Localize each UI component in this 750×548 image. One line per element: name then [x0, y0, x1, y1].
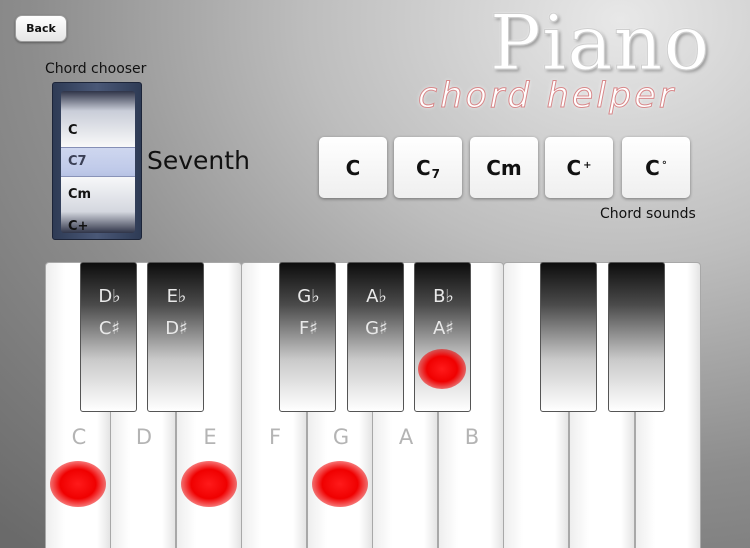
- black-key-gb[interactable]: G♭ F♯: [279, 262, 336, 412]
- chord-button-label: C: [415, 155, 431, 180]
- chord-button-cdim[interactable]: C °: [622, 137, 690, 198]
- chord-button-superscript: +: [583, 160, 592, 171]
- note-highlight-e: [181, 461, 237, 507]
- white-key-label: F: [268, 425, 282, 449]
- chord-chooser-picker[interactable]: C C7 Cm C+: [52, 82, 142, 240]
- app-subtitle: chord helper: [418, 76, 677, 117]
- black-key-flat-label: A♭: [366, 286, 387, 307]
- black-key-sharp-label: A♯: [432, 318, 455, 339]
- black-key-eb[interactable]: E♭ D♯: [147, 262, 204, 412]
- black-key-flat-label: D♭: [98, 286, 121, 307]
- white-key-label: D: [135, 425, 153, 449]
- chord-chooser-label: Chord chooser: [45, 61, 147, 77]
- picker-item-cm[interactable]: Cm: [68, 187, 91, 202]
- black-key-sharp-label: C♯: [98, 318, 121, 339]
- white-key-label: B: [464, 425, 480, 449]
- chord-button-cm[interactable]: Cm: [470, 137, 538, 198]
- picker-item-c7[interactable]: C7: [68, 154, 87, 169]
- chord-button-label: C: [645, 155, 660, 180]
- chord-button-c7[interactable]: C7: [394, 137, 462, 198]
- chord-sounds-label: Chord sounds: [600, 206, 696, 222]
- white-key-label: C: [71, 425, 87, 449]
- note-highlight-bb: [418, 349, 466, 389]
- black-key-db[interactable]: D♭ C♯: [80, 262, 137, 412]
- chord-button-label: C: [345, 155, 361, 180]
- black-key-sharp-label: D♯: [165, 318, 188, 339]
- chord-button-label: Cm: [486, 155, 522, 180]
- chord-button-superscript: °: [661, 160, 667, 171]
- black-key-flat-label: E♭: [166, 286, 187, 307]
- note-highlight-c: [50, 461, 106, 507]
- picker-item-caug[interactable]: C+: [68, 219, 88, 233]
- app-title: Piano: [489, 0, 711, 87]
- note-highlight-g: [312, 461, 368, 507]
- black-key-flat-label: G♭: [297, 286, 320, 307]
- black-key-db-high[interactable]: [540, 262, 597, 412]
- black-key-sharp-label: F♯: [298, 318, 319, 339]
- black-key-sharp-label: G♯: [365, 318, 388, 339]
- black-key-bb[interactable]: B♭ A♯: [414, 262, 471, 412]
- chord-button-subscript: 7: [431, 166, 441, 181]
- selected-chord-name: Seventh: [147, 146, 250, 175]
- black-key-ab[interactable]: A♭ G♯: [347, 262, 404, 412]
- white-key-label: A: [398, 425, 414, 449]
- black-key-flat-label: B♭: [433, 286, 454, 307]
- chord-button-c[interactable]: C: [319, 137, 387, 198]
- picker-drum[interactable]: C C7 Cm C+: [61, 91, 135, 233]
- back-button[interactable]: Back: [15, 15, 67, 42]
- chord-button-caug[interactable]: C +: [545, 137, 613, 198]
- white-key-label: E: [203, 425, 217, 449]
- chord-button-label: C: [566, 155, 582, 180]
- picker-item-c[interactable]: C: [68, 123, 78, 138]
- white-key-label: G: [332, 425, 350, 449]
- piano-keyboard: C D E F G A B D♭ C♯ E♭ D♯ G♭ F♯ A♭ G♯ B♭…: [45, 262, 701, 548]
- black-key-eb-high[interactable]: [608, 262, 665, 412]
